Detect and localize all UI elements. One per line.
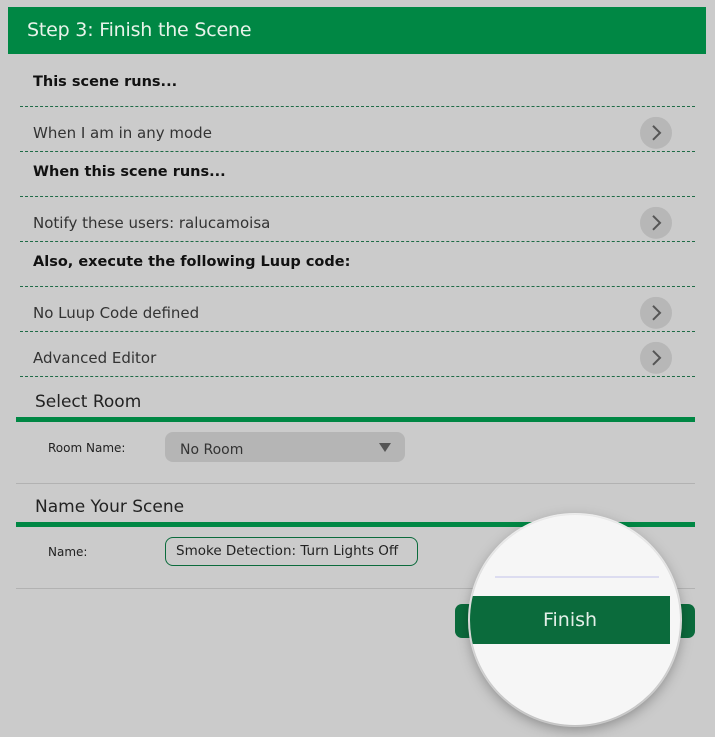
- luup-code-row[interactable]: No Luup Code defined: [20, 287, 695, 332]
- room-select-value: No Room: [180, 442, 244, 458]
- page-title: Step 3: Finish the Scene: [27, 19, 252, 41]
- section-label: This scene runs...: [33, 74, 178, 90]
- row-label: Advanced Editor: [33, 348, 157, 367]
- room-select[interactable]: No Room: [165, 432, 405, 462]
- row-label: When I am in any mode: [33, 123, 212, 142]
- mode-row[interactable]: When I am in any mode: [20, 107, 695, 152]
- select-room-title: Select Room: [35, 392, 142, 412]
- section-label: Also, execute the following Luup code:: [33, 254, 351, 270]
- section-luup-code: Also, execute the following Luup code:: [20, 242, 695, 287]
- section-label: When this scene runs...: [33, 164, 226, 180]
- chevron-right-icon[interactable]: [640, 341, 672, 374]
- chevron-right-icon[interactable]: [640, 116, 672, 149]
- finish-label: Finish: [542, 609, 598, 631]
- select-room-heading: Select Room: [16, 392, 695, 422]
- magnifier-callout: Finish: [470, 515, 680, 725]
- scene-name-input[interactable]: Smoke Detection: Turn Lights Off: [165, 537, 418, 566]
- page-header: Step 3: Finish the Scene: [8, 7, 706, 54]
- section-scene-runs: This scene runs...: [20, 62, 695, 107]
- section-when-scene-runs: When this scene runs...: [20, 152, 695, 197]
- room-name-label: Room Name:: [48, 441, 126, 455]
- caret-down-icon: [379, 443, 391, 452]
- scene-settings-list: This scene runs... When I am in any mode…: [20, 62, 695, 377]
- section-divider: [16, 483, 695, 484]
- name-scene-title: Name Your Scene: [35, 497, 185, 517]
- advanced-editor-row[interactable]: Advanced Editor: [20, 332, 695, 377]
- magnified-divider: [495, 576, 659, 578]
- notify-users-row[interactable]: Notify these users: ralucamoisa: [20, 197, 695, 242]
- row-label: No Luup Code defined: [33, 303, 200, 322]
- chevron-right-icon[interactable]: [640, 206, 672, 239]
- scene-name-label: Name:: [48, 545, 88, 559]
- finish-button-magnified[interactable]: Finish: [470, 596, 670, 644]
- row-label: Notify these users: ralucamoisa: [33, 213, 271, 232]
- chevron-right-icon[interactable]: [640, 296, 672, 329]
